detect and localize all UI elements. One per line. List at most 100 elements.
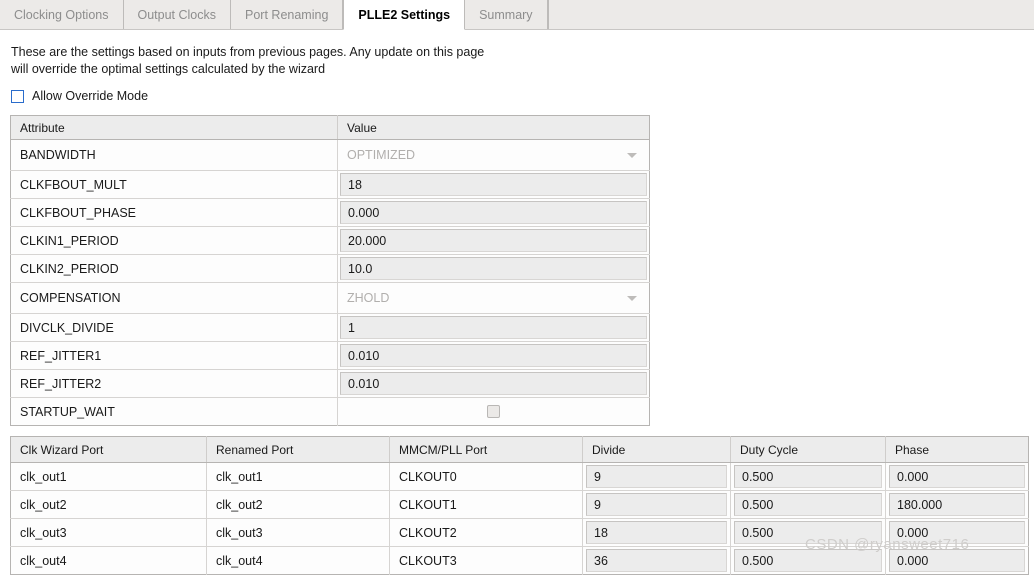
value-dropdown[interactable]: OPTIMIZED: [340, 142, 647, 168]
tab-label: Summary: [479, 7, 533, 22]
mmcm-pll-port-cell: CLKOUT1: [389, 490, 583, 519]
renamed-port-cell: clk_out2: [206, 490, 390, 519]
renamed-port-cell: clk_out4: [206, 546, 390, 575]
table-row: BANDWIDTH OPTIMIZED: [10, 139, 650, 171]
divide-input[interactable]: 18: [586, 521, 727, 544]
tab-clocking-options[interactable]: Clocking Options: [0, 0, 124, 29]
divide-input-cell: 18: [582, 518, 731, 547]
value-text-input[interactable]: 18: [340, 173, 647, 196]
attribute-name-cell: CLKFBOUT_MULT: [10, 170, 338, 199]
value-text-input[interactable]: 0.010: [340, 344, 647, 367]
field-wrapper: 0.010: [338, 342, 649, 369]
attribute-name-cell: DIVCLK_DIVIDE: [10, 313, 338, 342]
field-wrapper: 0.500: [731, 491, 885, 518]
attribute-name-cell: COMPENSATION: [10, 282, 338, 314]
phase-input[interactable]: 0.000: [889, 521, 1025, 544]
column-header-value: Value: [337, 115, 650, 140]
mmcm-pll-port-cell: CLKOUT0: [389, 462, 583, 491]
attribute-value-cell: OPTIMIZED: [337, 139, 650, 171]
column-header-divide: Divide: [582, 436, 731, 463]
field-wrapper: 0.000: [886, 463, 1028, 490]
column-header-attribute: Attribute: [10, 115, 338, 140]
field-wrapper: 0.500: [731, 463, 885, 490]
duty-cycle-input[interactable]: 0.500: [734, 549, 882, 572]
value-dropdown-label: ZHOLD: [347, 291, 390, 305]
chevron-down-icon: [627, 295, 637, 301]
field-wrapper: 1: [338, 314, 649, 341]
description-line-2: will override the optimal settings calcu…: [11, 62, 326, 76]
table-row: REF_JITTER2 0.010: [10, 369, 650, 398]
table-row: DIVCLK_DIVIDE 1: [10, 313, 650, 342]
attribute-name-cell: CLKFBOUT_PHASE: [10, 198, 338, 227]
tab-bar: Clocking Options Output Clocks Port Rena…: [0, 0, 1034, 30]
duty-cycle-input[interactable]: 0.500: [734, 465, 882, 488]
attribute-value-cell: ZHOLD: [337, 282, 650, 314]
clk-wizard-port-cell: clk_out2: [10, 490, 207, 519]
renamed-port-cell: clk_out3: [206, 518, 390, 547]
field-wrapper: 0.000: [338, 199, 649, 226]
value-text-input[interactable]: 0.010: [340, 372, 647, 395]
phase-input[interactable]: 180.000: [889, 493, 1025, 516]
divide-input[interactable]: 36: [586, 549, 727, 572]
divide-input[interactable]: 9: [586, 493, 727, 516]
tab-summary[interactable]: Summary: [465, 0, 548, 29]
allow-override-label: Allow Override Mode: [32, 89, 149, 103]
value-text-input[interactable]: 10.0: [340, 257, 647, 280]
phase-input-cell: 0.000: [885, 546, 1029, 575]
field-wrapper: 10.0: [338, 255, 649, 282]
phase-input-cell: 180.000: [885, 490, 1029, 519]
field-wrapper: 18: [583, 519, 730, 546]
column-header-mmcm-pll-port: MMCM/PLL Port: [389, 436, 583, 463]
allow-override-checkbox[interactable]: [11, 89, 24, 103]
startup-wait-checkbox[interactable]: [487, 405, 500, 418]
description-line-1: These are the settings based on inputs f…: [11, 45, 485, 59]
duty-cycle-input[interactable]: 0.500: [734, 493, 882, 516]
value-text-input[interactable]: 1: [340, 316, 647, 339]
table-row: CLKIN2_PERIOD 10.0: [10, 254, 650, 283]
field-wrapper: 0.000: [886, 519, 1028, 546]
attribute-value-cell: [337, 397, 650, 426]
field-wrapper: 9: [583, 463, 730, 490]
phase-input-cell: 0.000: [885, 462, 1029, 491]
tab-port-renaming[interactable]: Port Renaming: [231, 0, 344, 29]
divide-input[interactable]: 9: [586, 465, 727, 488]
field-wrapper: 9: [583, 491, 730, 518]
duty-cycle-input-cell: 0.500: [730, 518, 886, 547]
value-text-input[interactable]: 0.000: [340, 201, 647, 224]
chevron-down-icon: [627, 152, 637, 158]
divide-input-cell: 9: [582, 490, 731, 519]
attribute-name-cell: CLKIN2_PERIOD: [10, 254, 338, 283]
phase-input[interactable]: 0.000: [889, 549, 1025, 572]
field-wrapper: OPTIMIZED: [338, 140, 649, 170]
mmcm-pll-port-cell: CLKOUT3: [389, 546, 583, 575]
divide-input-cell: 36: [582, 546, 731, 575]
field-wrapper: 180.000: [886, 491, 1028, 518]
tab-output-clocks[interactable]: Output Clocks: [124, 0, 232, 29]
table-row: clk_out1 clk_out1 CLKOUT0 9 0.500 0.000: [10, 462, 1029, 491]
attribute-value-cell: 1: [337, 313, 650, 342]
allow-override-row[interactable]: Allow Override Mode: [11, 89, 1034, 103]
column-header-duty-cycle: Duty Cycle: [730, 436, 886, 463]
value-dropdown[interactable]: ZHOLD: [340, 285, 647, 311]
duty-cycle-input-cell: 0.500: [730, 490, 886, 519]
clock-ports-table: Clk Wizard Port Renamed Port MMCM/PLL Po…: [10, 436, 1029, 575]
field-wrapper: 20.000: [338, 227, 649, 254]
tab-label: Clocking Options: [14, 7, 109, 22]
table-row: REF_JITTER1 0.010: [10, 341, 650, 370]
phase-input[interactable]: 0.000: [889, 465, 1025, 488]
value-text-input[interactable]: 20.000: [340, 229, 647, 252]
tab-plle2-settings[interactable]: PLLE2 Settings: [343, 0, 466, 30]
attribute-value-cell: 10.0: [337, 254, 650, 283]
duty-cycle-input-cell: 0.500: [730, 462, 886, 491]
tab-bar-filler: [547, 0, 1034, 29]
tab-label: Output Clocks: [137, 7, 217, 22]
duty-cycle-input[interactable]: 0.500: [734, 521, 882, 544]
value-checkbox-holder: [340, 400, 647, 423]
attribute-value-cell: 0.000: [337, 198, 650, 227]
renamed-port-cell: clk_out1: [206, 462, 390, 491]
clk-wizard-port-cell: clk_out3: [10, 518, 207, 547]
table-row: CLKFBOUT_MULT 18: [10, 170, 650, 199]
duty-cycle-input-cell: 0.500: [730, 546, 886, 575]
table-row: clk_out2 clk_out2 CLKOUT1 9 0.500 180.000: [10, 490, 1029, 519]
field-wrapper: 0.500: [731, 519, 885, 546]
